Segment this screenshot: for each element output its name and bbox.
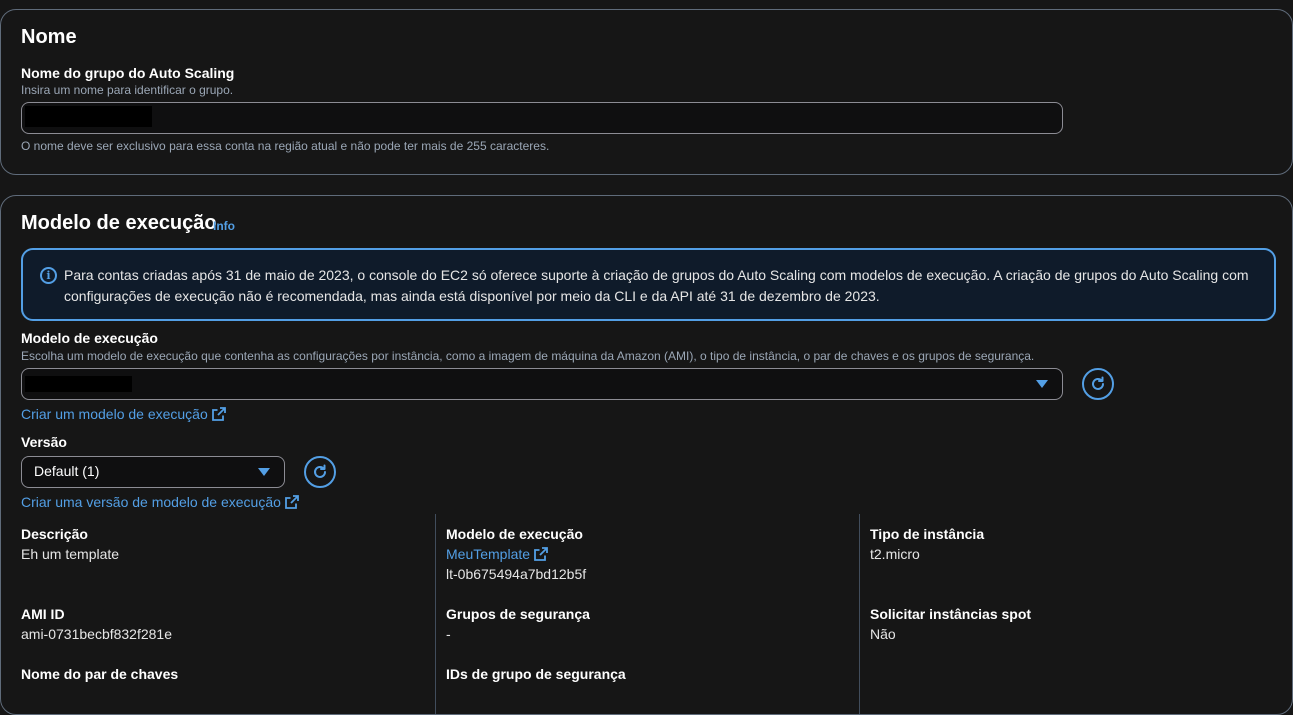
description-value: Eh um template	[21, 546, 120, 562]
info-alert: i Para contas criadas após 31 de maio de…	[21, 248, 1276, 321]
asg-name-description: Insira um nome para identificar o grupo.	[21, 83, 234, 97]
alert-text: Para contas criadas após 31 de maio de 2…	[64, 267, 1249, 304]
redacted-value	[25, 376, 132, 392]
version-label: Versão	[21, 434, 67, 450]
version-select[interactable]: Default (1)	[21, 456, 285, 488]
asg-name-input[interactable]	[21, 102, 1063, 134]
template-detail-link-label: MeuTemplate	[446, 546, 531, 562]
refresh-versions-button[interactable]	[304, 456, 336, 488]
redacted-value	[25, 106, 152, 127]
spot-value: Não	[870, 626, 896, 642]
security-groups-value: -	[446, 626, 451, 642]
security-groups-label: Grupos de segurança	[446, 606, 590, 622]
ami-id-label: AMI ID	[21, 606, 65, 622]
name-section-title: Nome	[21, 26, 77, 48]
template-detail-link[interactable]: MeuTemplate	[446, 546, 548, 562]
refresh-icon	[314, 464, 326, 478]
create-template-link[interactable]: Criar um modelo de execução	[21, 406, 226, 422]
template-id-value: lt-0b675494a7bd12b5f	[446, 566, 587, 582]
launch-template-panel: Modelo de execução Info i Para contas cr…	[0, 195, 1293, 715]
external-link-icon	[211, 407, 226, 421]
create-version-link[interactable]: Criar uma versão de modelo de execução	[21, 494, 299, 510]
create-version-link-label: Criar uma versão de modelo de execução	[21, 494, 281, 510]
instance-type-value: t2.micro	[870, 546, 920, 562]
refresh-icon	[1092, 376, 1104, 390]
launch-section-title: Modelo de execução	[21, 212, 217, 234]
instance-type-label: Tipo de instância	[870, 526, 985, 542]
external-link-icon	[534, 547, 548, 561]
asg-name-label: Nome do grupo do Auto Scaling	[21, 65, 235, 81]
refresh-templates-button[interactable]	[1082, 368, 1114, 400]
launch-template-description: Escolha um modelo de execução que conten…	[21, 349, 1035, 363]
launch-template-label: Modelo de execução	[21, 330, 158, 346]
info-icon: i	[40, 267, 57, 284]
security-group-ids-label: IDs de grupo de segurança	[446, 666, 626, 682]
description-label: Descrição	[21, 526, 88, 542]
name-panel: Nome Nome do grupo do Auto Scaling Insir…	[0, 9, 1293, 175]
template-detail-label: Modelo de execução	[446, 526, 583, 542]
column-divider	[859, 514, 860, 714]
ami-id-value: ami-0731becbf832f281e	[21, 626, 173, 642]
version-selected: Default (1)	[34, 463, 100, 479]
launch-template-select[interactable]	[21, 368, 1063, 400]
create-template-link-label: Criar um modelo de execução	[21, 406, 208, 422]
caret-down-icon	[1036, 380, 1048, 388]
spot-label: Solicitar instâncias spot	[870, 606, 1032, 622]
key-pair-label: Nome do par de chaves	[21, 666, 179, 682]
external-link-icon	[285, 495, 299, 509]
asg-name-constraint: O nome deve ser exclusivo para essa cont…	[21, 139, 550, 153]
caret-down-icon	[258, 468, 270, 476]
info-link[interactable]: Info	[213, 219, 235, 233]
column-divider	[435, 514, 436, 714]
